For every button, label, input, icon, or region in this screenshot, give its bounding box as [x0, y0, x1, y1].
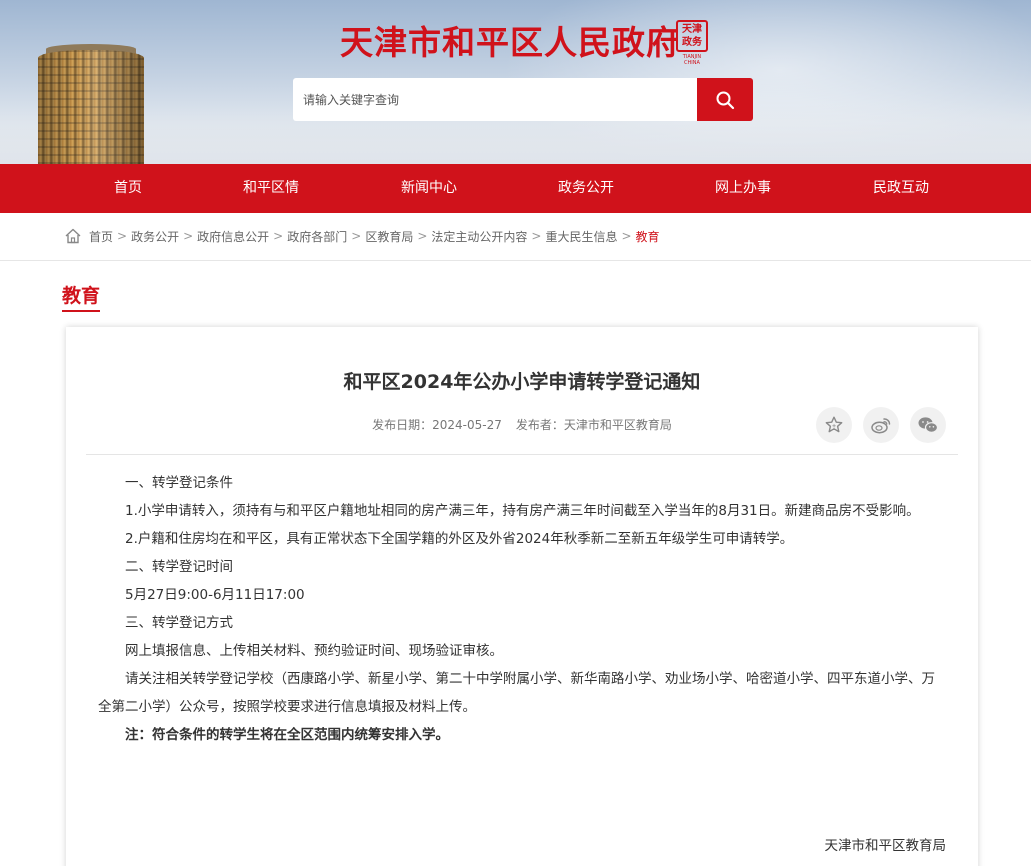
breadcrumb-separator: > — [621, 229, 632, 243]
article-paragraph: 2.户籍和住房均在和平区，具有正常状态下全国学籍的外区及外省2024年秋季新二至… — [125, 531, 794, 547]
nav-item-online-services[interactable]: 网上办事 — [715, 164, 771, 213]
tower-image — [38, 44, 144, 164]
share-weibo-button[interactable] — [863, 407, 899, 443]
section-title: 教育 — [62, 285, 101, 307]
breadcrumb-divider — [0, 260, 1031, 261]
search-input[interactable] — [293, 78, 697, 121]
breadcrumb-gov-affairs[interactable]: 政务公开 — [131, 228, 179, 245]
article-content: 一、转学登记条件 1.小学申请转入，须持有与和平区户籍地址相同的房产满三年，持有… — [98, 469, 946, 749]
breadcrumb-statutory-content[interactable]: 法定主动公开内容 — [431, 228, 527, 245]
publish-date-label: 发布日期： — [372, 418, 433, 432]
article-paragraph: 1.小学申请转入，须持有与和平区户籍地址相同的房产满三年，持有房产满三年时间截至… — [125, 503, 920, 519]
breadcrumb-home[interactable]: 首页 — [89, 228, 113, 245]
article-note: 注：符合条件的转学生将在全区范围内统筹安排入学。 — [125, 727, 449, 743]
breadcrumb-separator: > — [351, 229, 362, 243]
site-header: 天津市和平区人民政府 天津 政务 TIANJIN CHINA — [0, 0, 1031, 164]
breadcrumb-separator: > — [273, 229, 284, 243]
favorite-button[interactable]: + — [816, 407, 852, 443]
weibo-icon — [871, 418, 891, 434]
breadcrumb-education-bureau[interactable]: 区教育局 — [365, 228, 413, 245]
wechat-icon — [918, 417, 939, 433]
section-title-underline — [62, 310, 100, 312]
breadcrumb-gov-info[interactable]: 政府信息公开 — [197, 228, 269, 245]
search-button[interactable] — [697, 78, 753, 121]
star-icon: + — [825, 416, 843, 433]
breadcrumb-current[interactable]: 教育 — [636, 228, 660, 245]
nav-item-gov-affairs[interactable]: 政务公开 — [558, 164, 614, 213]
article-card: 和平区2024年公办小学申请转学登记通知 发布日期：2024-05-27 发布者：… — [66, 327, 978, 866]
article-title: 和平区2024年公办小学申请转学登记通知 — [343, 371, 701, 393]
article-signature: 天津市和平区教育局 — [824, 838, 947, 854]
site-seal-logo: 天津 政务 — [676, 20, 708, 52]
article-paragraph: 三、转学登记方式 — [125, 615, 233, 631]
breadcrumb-separator: > — [183, 229, 194, 243]
breadcrumb-separator: > — [117, 229, 128, 243]
article-paragraph: 请关注相关转学登记学校（西康路小学、新星小学、第二十中学附属小学、新华南路小学、… — [98, 671, 935, 715]
nav-item-home[interactable]: 首页 — [114, 164, 142, 213]
publisher-label: 发布者： — [515, 418, 564, 432]
breadcrumb-livelihood-info[interactable]: 重大民生信息 — [545, 228, 617, 245]
site-seal-caption: TIANJIN CHINA — [682, 54, 702, 66]
nav-item-news[interactable]: 新闻中心 — [401, 164, 457, 213]
share-wechat-button[interactable] — [910, 407, 946, 443]
svg-text:+: + — [832, 424, 837, 430]
breadcrumb: 首页 > 政务公开 > 政府信息公开 > 政府各部门 > 区教育局 > 法定主动… — [64, 224, 660, 248]
article-paragraph: 二、转学登记时间 — [125, 559, 233, 575]
article-paragraph: 一、转学登记条件 — [125, 475, 233, 491]
breadcrumb-separator: > — [417, 229, 428, 243]
site-title: 天津市和平区人民政府 — [340, 23, 680, 62]
publisher: 天津市和平区教育局 — [563, 418, 672, 432]
article-paragraph: 网上填报信息、上传相关材料、预约验证时间、现场验证审核。 — [125, 643, 503, 659]
article-divider — [86, 454, 958, 455]
nav-item-district-info[interactable]: 和平区情 — [243, 164, 299, 213]
article-paragraph: 5月27日9:00-6月11日17:00 — [125, 587, 305, 603]
publish-date: 2024-05-27 — [432, 418, 502, 432]
main-nav: 首页 和平区情 新闻中心 政务公开 网上办事 民政互动 — [0, 164, 1031, 213]
search-bar — [293, 78, 753, 121]
nav-item-interaction[interactable]: 民政互动 — [873, 164, 929, 213]
search-icon — [716, 91, 735, 109]
home-icon — [65, 228, 81, 244]
breadcrumb-separator: > — [531, 229, 542, 243]
breadcrumb-departments[interactable]: 政府各部门 — [287, 228, 347, 245]
